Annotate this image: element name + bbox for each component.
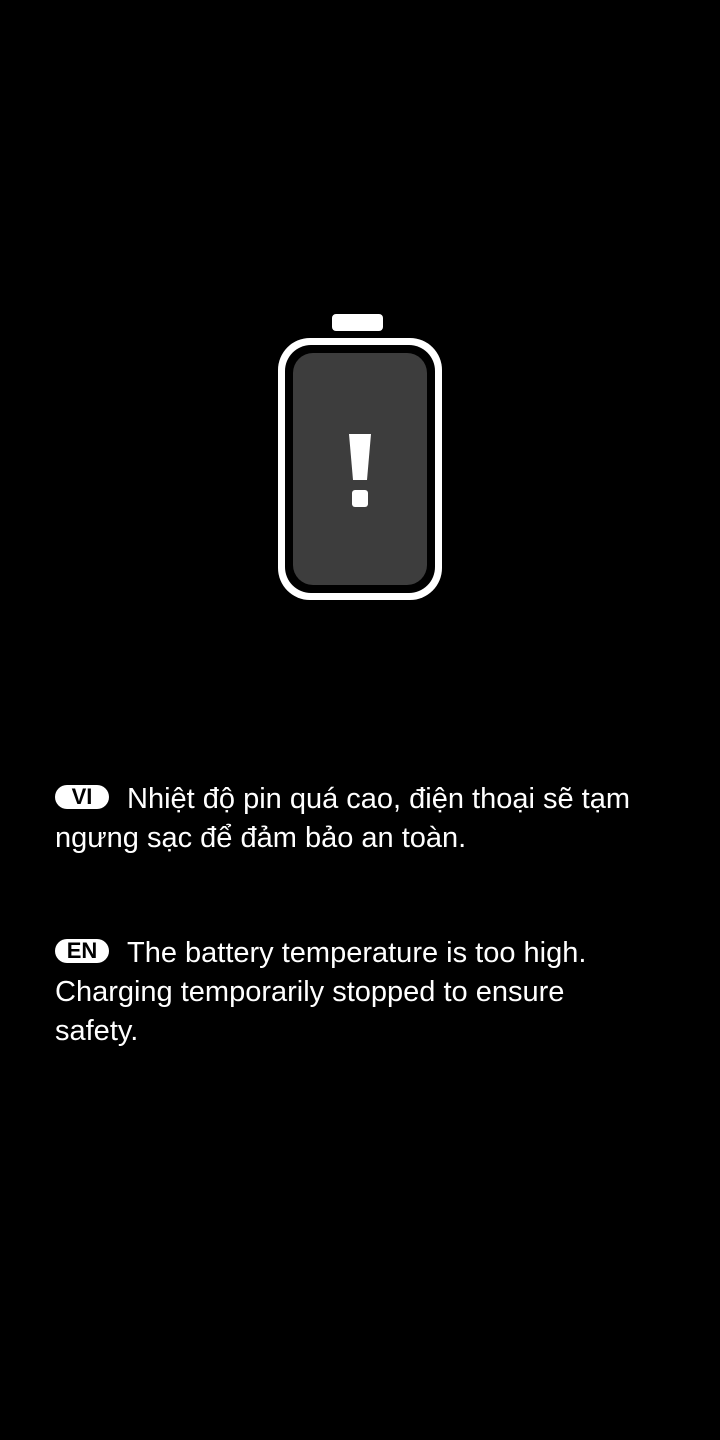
message-vietnamese: VI Nhiệt độ pin quá cao, điện thoại sẽ tạ… xyxy=(55,780,655,858)
message-text-en: The battery temperature is too high. Cha… xyxy=(55,937,587,1047)
exclamation-icon xyxy=(349,434,371,507)
message-english: EN The battery temperature is too high. C… xyxy=(55,934,655,1051)
language-badge-vi: VI xyxy=(55,785,109,809)
battery-overheat-screen: VI Nhiệt độ pin quá cao, điện thoại sẽ tạ… xyxy=(0,0,720,1440)
battery-warning-icon xyxy=(276,312,444,602)
battery-terminal xyxy=(332,314,383,331)
message-text-vi: Nhiệt độ pin quá cao, điện thoại sẽ tạm … xyxy=(55,783,630,854)
language-badge-en: EN xyxy=(55,939,109,963)
